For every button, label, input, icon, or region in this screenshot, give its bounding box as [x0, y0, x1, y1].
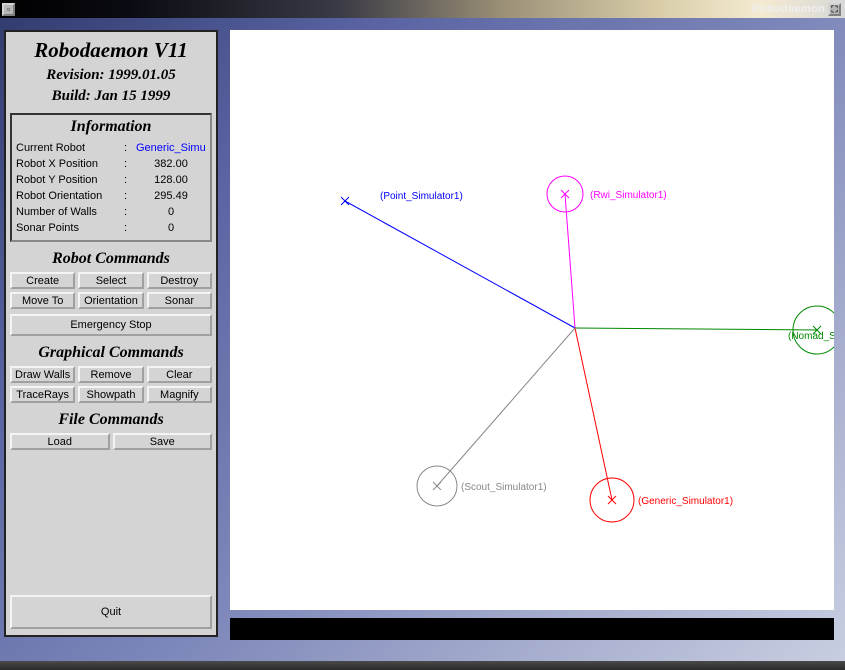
information-box: Information Current Robot:Generic_SimuRo… [10, 113, 212, 242]
robot-cmd-select[interactable]: Select [78, 272, 143, 289]
gfx-cmd-draw-walls[interactable]: Draw Walls [10, 366, 75, 383]
side-panel: Robodaemon V11 Revision: 1999.01.05 Buil… [4, 30, 218, 637]
drawing-canvas[interactable]: (Point_Simulator1) (Rwi_Simulator1) (Nomad… [230, 30, 834, 610]
robot-cmd-orientation[interactable]: Orientation [78, 292, 143, 309]
info-label: Robot Orientation [16, 190, 124, 202]
info-separator: : [124, 142, 136, 154]
info-value: 295.49 [136, 190, 206, 202]
robot-cmd-sonar[interactable]: Sonar [147, 292, 212, 309]
info-label: Sonar Points [16, 222, 124, 234]
client-area: Robodaemon V11 Revision: 1999.01.05 Buil… [0, 18, 845, 661]
robot-label: (Point_Simulator1) [380, 191, 463, 202]
gfx-cmd-showpath[interactable]: Showpath [78, 386, 143, 403]
file-cmd-load[interactable]: Load [10, 433, 110, 450]
status-bar [230, 618, 834, 640]
info-label: Robot Y Position [16, 174, 124, 186]
file-commands-title: File Commands [10, 411, 212, 429]
robot-label: (Rwi_Simulator1) [590, 190, 667, 201]
window-titlebar: ▫ Robodaemon ⛶ [0, 0, 845, 18]
info-value: 382.00 [136, 158, 206, 170]
info-label: Robot X Position [16, 158, 124, 170]
window-maximize-button[interactable]: ⛶ [828, 3, 841, 16]
info-row: Robot X Position:382.00 [12, 156, 210, 172]
robot-label: (Nomad_Sim [788, 331, 834, 342]
gfx-cmd-tracerays[interactable]: TraceRays [10, 386, 75, 403]
taskbar [0, 661, 845, 670]
file-cmd-save[interactable]: Save [113, 433, 213, 450]
info-separator: : [124, 222, 136, 234]
info-value: 128.00 [136, 174, 206, 186]
gfx-cmd-remove[interactable]: Remove [78, 366, 143, 383]
info-row: Robot Orientation:295.49 [12, 188, 210, 204]
graphical-commands-title: Graphical Commands [10, 344, 212, 362]
window-title: Robodaemon [752, 3, 825, 15]
info-value: 0 [136, 222, 206, 234]
app-title: Robodaemon V11 [10, 38, 212, 63]
info-label: Current Robot [16, 142, 124, 154]
info-separator: : [124, 206, 136, 218]
info-value: 0 [136, 206, 206, 218]
file-commands-group: File Commands LoadSave [10, 411, 212, 450]
robot-commands-group: Robot Commands CreateSelectDestroy Move … [10, 250, 212, 336]
info-row: Sonar Points:0 [12, 220, 210, 236]
info-row: Number of Walls:0 [12, 204, 210, 220]
window-menu-button[interactable]: ▫ [2, 3, 15, 16]
app-build: Build: Jan 15 1999 [10, 88, 212, 105]
robot-cmd-destroy[interactable]: Destroy [147, 272, 212, 289]
info-separator: : [124, 174, 136, 186]
gfx-cmd-magnify[interactable]: Magnify [147, 386, 212, 403]
robot-label: (Generic_Simulator1) [638, 496, 733, 507]
info-label: Number of Walls [16, 206, 124, 218]
info-separator: : [124, 158, 136, 170]
robot-label: (Scout_Simulator1) [461, 482, 547, 493]
app-revision: Revision: 1999.01.05 [10, 67, 212, 84]
emergency-stop-button[interactable]: Emergency Stop [10, 314, 212, 336]
gfx-cmd-clear[interactable]: Clear [147, 366, 212, 383]
graphical-commands-group: Graphical Commands Draw WallsRemoveClear… [10, 344, 212, 403]
robot-cmd-move-to[interactable]: Move To [10, 292, 75, 309]
info-row: Current Robot:Generic_Simu [12, 140, 210, 156]
information-title: Information [12, 118, 210, 136]
quit-button[interactable]: Quit [10, 595, 212, 629]
info-row: Robot Y Position:128.00 [12, 172, 210, 188]
info-value: Generic_Simu [136, 142, 206, 154]
robot-cmd-create[interactable]: Create [10, 272, 75, 289]
info-separator: : [124, 190, 136, 202]
robot-commands-title: Robot Commands [10, 250, 212, 268]
